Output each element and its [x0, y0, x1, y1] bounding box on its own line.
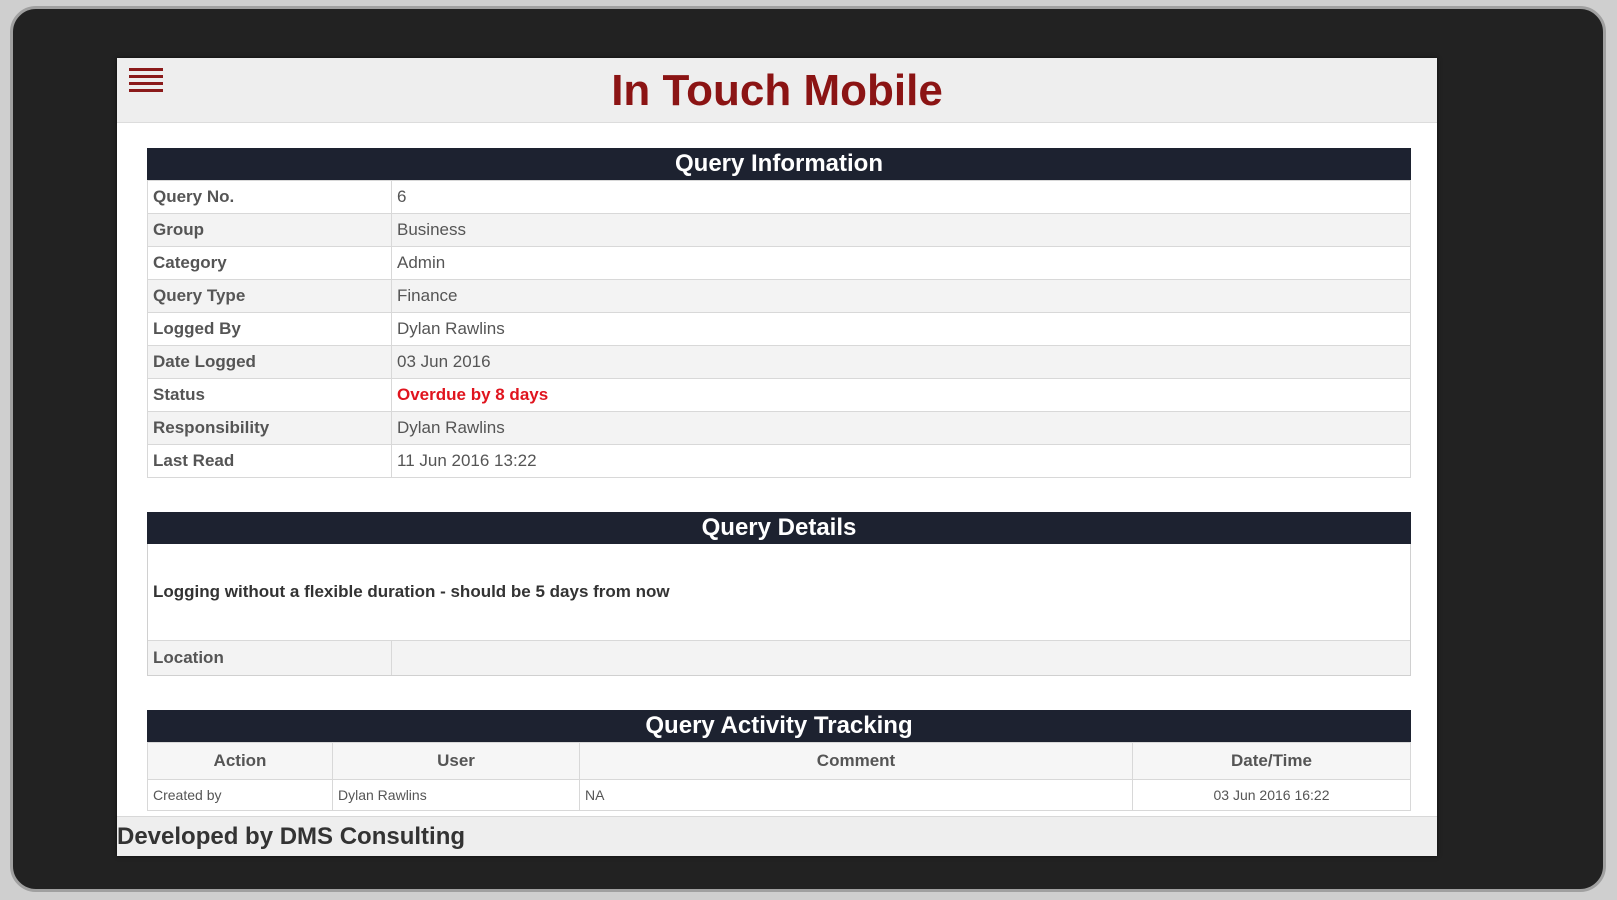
- row-label: Last Read: [147, 444, 392, 478]
- table-row: Date Logged 03 Jun 2016: [147, 345, 1411, 379]
- app-title: In Touch Mobile: [611, 66, 943, 115]
- table-header-row: Action User Comment Date/Time: [147, 742, 1411, 780]
- row-value: Admin: [391, 246, 1411, 280]
- table-row: Query Type Finance: [147, 279, 1411, 313]
- table-row: Query No. 6: [147, 180, 1411, 214]
- row-value: 11 Jun 2016 13:22: [391, 444, 1411, 478]
- query-details-header: Query Details: [147, 512, 1411, 544]
- location-row: Location: [148, 640, 1410, 675]
- row-label: Logged By: [147, 312, 392, 346]
- row-label: Date Logged: [147, 345, 392, 379]
- row-value: 03 Jun 2016: [391, 345, 1411, 379]
- column-header-action: Action: [147, 742, 333, 780]
- row-value: Dylan Rawlins: [391, 312, 1411, 346]
- tablet-frame: In Touch Mobile Query Information Query …: [10, 6, 1606, 892]
- row-label: Group: [147, 213, 392, 247]
- table-row: Status Overdue by 8 days: [147, 378, 1411, 412]
- row-value: 6: [391, 180, 1411, 214]
- query-information-header: Query Information: [147, 148, 1411, 180]
- row-label: Status: [147, 378, 392, 412]
- table-row: Last Read 11 Jun 2016 13:22: [147, 444, 1411, 478]
- row-value: Finance: [391, 279, 1411, 313]
- row-value: Dylan Rawlins: [391, 411, 1411, 445]
- footer-text: Developed by DMS Consulting: [117, 823, 466, 850]
- column-header-comment: Comment: [579, 742, 1133, 780]
- row-value: Business: [391, 213, 1411, 247]
- row-label: Responsibility: [147, 411, 392, 445]
- column-header-datetime: Date/Time: [1132, 742, 1411, 780]
- main-content: Query Information Query No. 6 Group Busi…: [147, 148, 1411, 816]
- table-row: Logged By Dylan Rawlins: [147, 312, 1411, 346]
- query-information-table: Query No. 6 Group Business Category Admi…: [147, 180, 1411, 478]
- query-description: Logging without a flexible duration - sh…: [148, 544, 1410, 640]
- app-screen: In Touch Mobile Query Information Query …: [117, 58, 1437, 856]
- row-label: Category: [147, 246, 392, 280]
- activity-tracking-header: Query Activity Tracking: [147, 710, 1411, 742]
- query-details-box: Logging without a flexible duration - sh…: [147, 544, 1411, 676]
- cell-comment: NA: [579, 779, 1133, 811]
- app-bar: In Touch Mobile: [117, 58, 1437, 123]
- footer: Developed by DMS Consulting: [117, 816, 1437, 856]
- row-label: Query Type: [147, 279, 392, 313]
- row-label: Query No.: [147, 180, 392, 214]
- column-header-user: User: [332, 742, 580, 780]
- location-label: Location: [148, 641, 392, 675]
- table-row: Category Admin: [147, 246, 1411, 280]
- table-row: Group Business: [147, 213, 1411, 247]
- status-value: Overdue by 8 days: [391, 378, 1411, 412]
- activity-tracking-table: Action User Comment Date/Time Created by…: [147, 742, 1411, 811]
- table-row: Responsibility Dylan Rawlins: [147, 411, 1411, 445]
- cell-action: Created by: [147, 779, 333, 811]
- location-value: [392, 641, 1410, 675]
- cell-datetime: 03 Jun 2016 16:22: [1132, 779, 1411, 811]
- cell-user-link[interactable]: Dylan Rawlins: [332, 779, 580, 811]
- table-row: Created by Dylan Rawlins NA 03 Jun 2016 …: [147, 779, 1411, 811]
